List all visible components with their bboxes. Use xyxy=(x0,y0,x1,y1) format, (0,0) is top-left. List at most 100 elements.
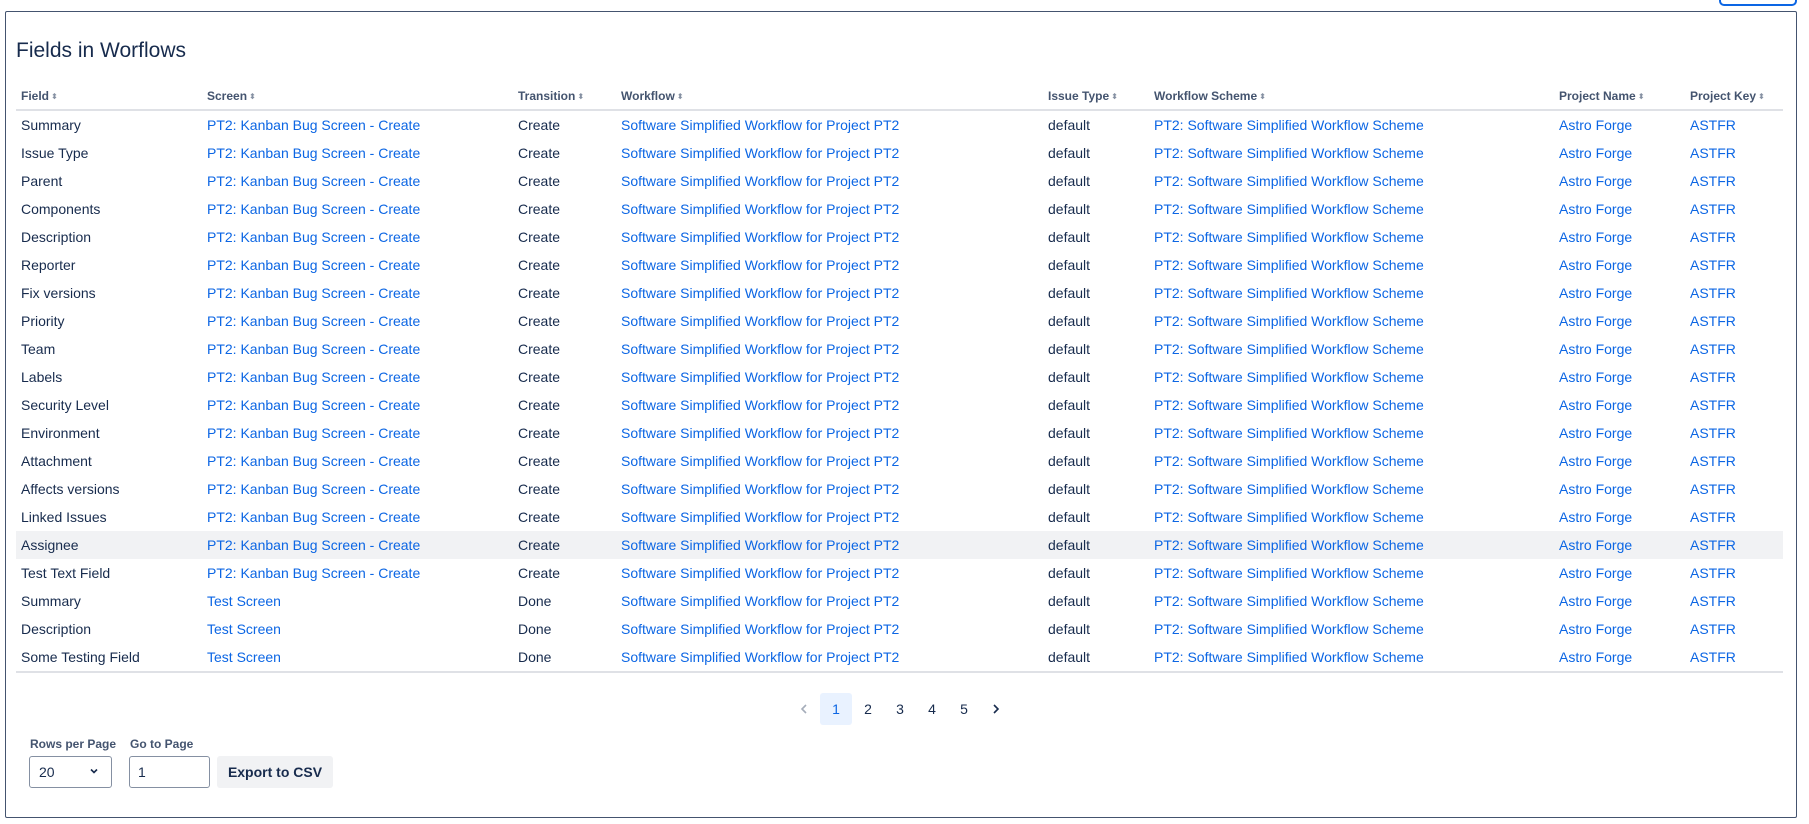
screen-link[interactable]: Test Screen xyxy=(207,621,281,637)
workflow-scheme-link[interactable]: PT2: Software Simplified Workflow Scheme xyxy=(1154,453,1424,469)
rows-per-page-select[interactable]: 20 xyxy=(29,756,112,788)
project-name-link[interactable]: Astro Forge xyxy=(1559,369,1632,385)
workflow-scheme-link[interactable]: PT2: Software Simplified Workflow Scheme xyxy=(1154,369,1424,385)
workflow-link[interactable]: Software Simplified Workflow for Project… xyxy=(621,173,899,189)
screen-link[interactable]: Test Screen xyxy=(207,649,281,665)
screen-link[interactable]: PT2: Kanban Bug Screen - Create xyxy=(207,537,420,553)
project-key-link[interactable]: ASTFR xyxy=(1690,229,1736,245)
workflow-scheme-link[interactable]: PT2: Software Simplified Workflow Scheme xyxy=(1154,537,1424,553)
project-key-link[interactable]: ASTFR xyxy=(1690,201,1736,217)
workflow-scheme-link[interactable]: PT2: Software Simplified Workflow Scheme xyxy=(1154,565,1424,581)
screen-link[interactable]: PT2: Kanban Bug Screen - Create xyxy=(207,117,420,133)
screen-link[interactable]: PT2: Kanban Bug Screen - Create xyxy=(207,509,420,525)
workflow-link[interactable]: Software Simplified Workflow for Project… xyxy=(621,397,899,413)
screen-link[interactable]: PT2: Kanban Bug Screen - Create xyxy=(207,369,420,385)
workflow-scheme-link[interactable]: PT2: Software Simplified Workflow Scheme xyxy=(1154,425,1424,441)
workflow-scheme-link[interactable]: PT2: Software Simplified Workflow Scheme xyxy=(1154,621,1424,637)
workflow-scheme-link[interactable]: PT2: Software Simplified Workflow Scheme xyxy=(1154,145,1424,161)
project-key-link[interactable]: ASTFR xyxy=(1690,593,1736,609)
column-header-project-name[interactable]: Project Name ⬍ xyxy=(1554,83,1685,111)
project-key-link[interactable]: ASTFR xyxy=(1690,117,1736,133)
screen-link[interactable]: PT2: Kanban Bug Screen - Create xyxy=(207,145,420,161)
go-to-page-input[interactable] xyxy=(129,756,210,788)
workflow-link[interactable]: Software Simplified Workflow for Project… xyxy=(621,313,899,329)
project-name-link[interactable]: Astro Forge xyxy=(1559,117,1632,133)
column-header-workflow[interactable]: Workflow ⬍ xyxy=(616,83,1043,111)
screen-link[interactable]: PT2: Kanban Bug Screen - Create xyxy=(207,453,420,469)
workflow-scheme-link[interactable]: PT2: Software Simplified Workflow Scheme xyxy=(1154,481,1424,497)
workflow-link[interactable]: Software Simplified Workflow for Project… xyxy=(621,229,899,245)
workflow-link[interactable]: Software Simplified Workflow for Project… xyxy=(621,341,899,357)
workflow-scheme-link[interactable]: PT2: Software Simplified Workflow Scheme xyxy=(1154,257,1424,273)
page-2-button[interactable]: 2 xyxy=(852,693,884,725)
workflow-scheme-link[interactable]: PT2: Software Simplified Workflow Scheme xyxy=(1154,285,1424,301)
project-key-link[interactable]: ASTFR xyxy=(1690,257,1736,273)
workflow-link[interactable]: Software Simplified Workflow for Project… xyxy=(621,509,899,525)
project-name-link[interactable]: Astro Forge xyxy=(1559,649,1632,665)
page-5-button[interactable]: 5 xyxy=(948,693,980,725)
column-header-workflow-scheme[interactable]: Workflow Scheme ⬍ xyxy=(1149,83,1554,111)
project-name-link[interactable]: Astro Forge xyxy=(1559,397,1632,413)
workflow-scheme-link[interactable]: PT2: Software Simplified Workflow Scheme xyxy=(1154,201,1424,217)
project-key-link[interactable]: ASTFR xyxy=(1690,145,1736,161)
column-header-field[interactable]: Field ⬍ xyxy=(16,83,202,111)
workflow-link[interactable]: Software Simplified Workflow for Project… xyxy=(621,117,899,133)
screen-link[interactable]: PT2: Kanban Bug Screen - Create xyxy=(207,565,420,581)
column-header-screen[interactable]: Screen ⬍ xyxy=(202,83,513,111)
workflow-scheme-link[interactable]: PT2: Software Simplified Workflow Scheme xyxy=(1154,313,1424,329)
project-key-link[interactable]: ASTFR xyxy=(1690,621,1736,637)
screen-link[interactable]: PT2: Kanban Bug Screen - Create xyxy=(207,201,420,217)
workflow-link[interactable]: Software Simplified Workflow for Project… xyxy=(621,453,899,469)
project-key-link[interactable]: ASTFR xyxy=(1690,173,1736,189)
workflow-link[interactable]: Software Simplified Workflow for Project… xyxy=(621,593,899,609)
project-name-link[interactable]: Astro Forge xyxy=(1559,229,1632,245)
project-key-link[interactable]: ASTFR xyxy=(1690,397,1736,413)
project-key-link[interactable]: ASTFR xyxy=(1690,285,1736,301)
project-name-link[interactable]: Astro Forge xyxy=(1559,537,1632,553)
column-header-project-key[interactable]: Project Key ⬍ xyxy=(1685,83,1783,111)
chevron-right-icon[interactable] xyxy=(980,693,1012,725)
project-key-link[interactable]: ASTFR xyxy=(1690,425,1736,441)
screen-link[interactable]: Test Screen xyxy=(207,593,281,609)
project-name-link[interactable]: Astro Forge xyxy=(1559,145,1632,161)
workflow-link[interactable]: Software Simplified Workflow for Project… xyxy=(621,257,899,273)
project-name-link[interactable]: Astro Forge xyxy=(1559,425,1632,441)
screen-link[interactable]: PT2: Kanban Bug Screen - Create xyxy=(207,257,420,273)
screen-link[interactable]: PT2: Kanban Bug Screen - Create xyxy=(207,285,420,301)
workflow-scheme-link[interactable]: PT2: Software Simplified Workflow Scheme xyxy=(1154,509,1424,525)
column-header-transition[interactable]: Transition ⬍ xyxy=(513,83,616,111)
workflow-link[interactable]: Software Simplified Workflow for Project… xyxy=(621,481,899,497)
project-name-link[interactable]: Astro Forge xyxy=(1559,257,1632,273)
project-key-link[interactable]: ASTFR xyxy=(1690,313,1736,329)
workflow-link[interactable]: Software Simplified Workflow for Project… xyxy=(621,649,899,665)
project-key-link[interactable]: ASTFR xyxy=(1690,537,1736,553)
column-header-issue-type[interactable]: Issue Type ⬍ xyxy=(1043,83,1149,111)
workflow-link[interactable]: Software Simplified Workflow for Project… xyxy=(621,425,899,441)
screen-link[interactable]: PT2: Kanban Bug Screen - Create xyxy=(207,481,420,497)
project-key-link[interactable]: ASTFR xyxy=(1690,341,1736,357)
workflow-scheme-link[interactable]: PT2: Software Simplified Workflow Scheme xyxy=(1154,397,1424,413)
screen-link[interactable]: PT2: Kanban Bug Screen - Create xyxy=(207,397,420,413)
project-name-link[interactable]: Astro Forge xyxy=(1559,285,1632,301)
project-name-link[interactable]: Astro Forge xyxy=(1559,313,1632,329)
project-name-link[interactable]: Astro Forge xyxy=(1559,173,1632,189)
project-key-link[interactable]: ASTFR xyxy=(1690,565,1736,581)
workflow-scheme-link[interactable]: PT2: Software Simplified Workflow Scheme xyxy=(1154,173,1424,189)
project-name-link[interactable]: Astro Forge xyxy=(1559,201,1632,217)
workflow-scheme-link[interactable]: PT2: Software Simplified Workflow Scheme xyxy=(1154,593,1424,609)
workflow-scheme-link[interactable]: PT2: Software Simplified Workflow Scheme xyxy=(1154,341,1424,357)
project-key-link[interactable]: ASTFR xyxy=(1690,649,1736,665)
page-4-button[interactable]: 4 xyxy=(916,693,948,725)
workflow-scheme-link[interactable]: PT2: Software Simplified Workflow Scheme xyxy=(1154,117,1424,133)
export-to-csv-button[interactable]: Export to CSV xyxy=(217,756,333,788)
screen-link[interactable]: PT2: Kanban Bug Screen - Create xyxy=(207,341,420,357)
workflow-link[interactable]: Software Simplified Workflow for Project… xyxy=(621,565,899,581)
screen-link[interactable]: PT2: Kanban Bug Screen - Create xyxy=(207,313,420,329)
project-name-link[interactable]: Astro Forge xyxy=(1559,453,1632,469)
project-key-link[interactable]: ASTFR xyxy=(1690,453,1736,469)
workflow-link[interactable]: Software Simplified Workflow for Project… xyxy=(621,201,899,217)
workflow-link[interactable]: Software Simplified Workflow for Project… xyxy=(621,285,899,301)
top-corner-button[interactable] xyxy=(1719,0,1797,6)
project-key-link[interactable]: ASTFR xyxy=(1690,369,1736,385)
project-name-link[interactable]: Astro Forge xyxy=(1559,341,1632,357)
